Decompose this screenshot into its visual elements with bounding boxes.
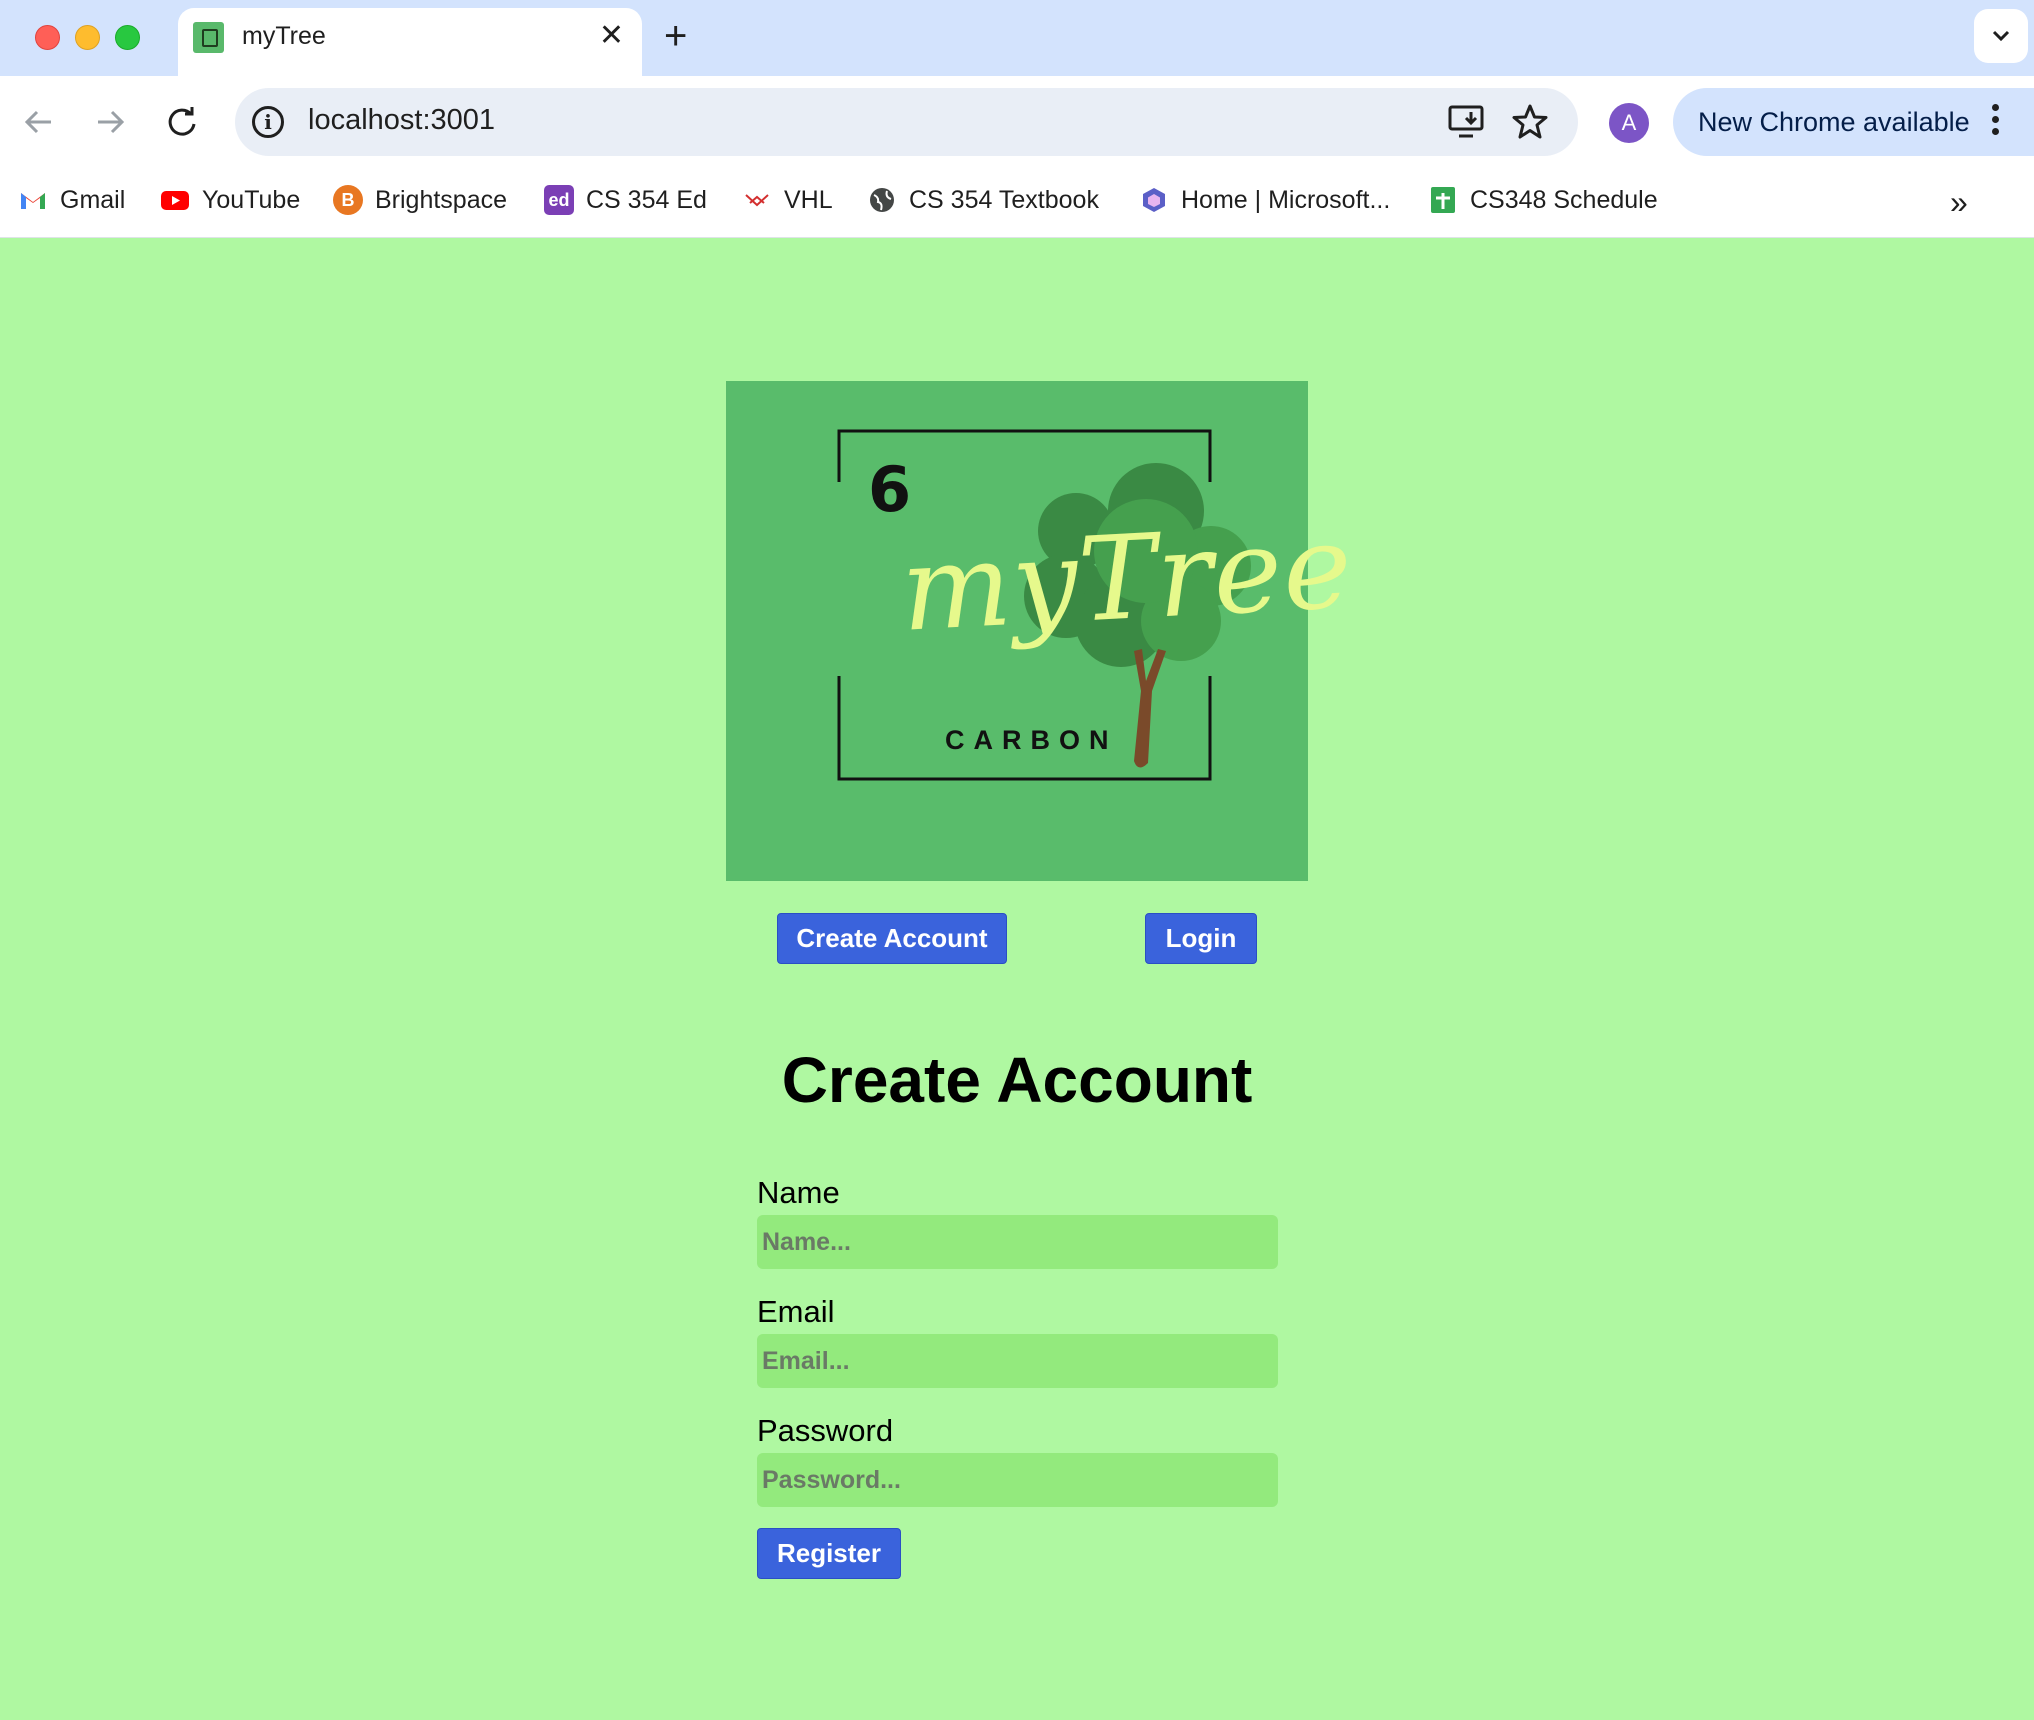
bookmark-cs354-textbook[interactable]: CS 354 Textbook (867, 180, 1099, 220)
bookmark-microsoft-home[interactable]: Home | Microsoft... (1139, 180, 1390, 220)
password-label: Password (757, 1413, 894, 1448)
profile-avatar[interactable]: A (1609, 103, 1649, 143)
chevron-down-icon (1992, 30, 2010, 42)
update-label: New Chrome available (1698, 107, 1970, 137)
minimize-window-button[interactable] (75, 25, 100, 50)
microsoft365-icon (1143, 188, 1165, 212)
create-account-nav-button[interactable]: Create Account (777, 913, 1007, 964)
vhl-icon (745, 194, 769, 207)
bookmark-star-icon[interactable] (1510, 102, 1550, 142)
globe-icon (870, 188, 894, 212)
tab-strip: myTree ✕ + (0, 0, 2034, 78)
page-content: 6 myTree CARBON Create Account Login Cre… (0, 238, 2034, 1720)
more-bookmarks-icon[interactable]: » (1950, 184, 1968, 221)
bookmark-label: VHL (784, 185, 833, 214)
install-app-icon[interactable] (1447, 104, 1487, 140)
bookmark-vhl[interactable]: VHL (742, 180, 833, 220)
site-info-icon[interactable]: i (252, 106, 284, 138)
page-title: Create Account (781, 1044, 1253, 1116)
close-window-button[interactable] (35, 25, 60, 50)
mytree-logo: 6 myTree CARBON (726, 381, 1356, 881)
address-bar[interactable]: i localhost:3001 (235, 88, 1578, 156)
gmail-icon (21, 193, 45, 209)
bookmarks-bar: Gmail YouTube B Brightspace ed CS 354 Ed… (0, 168, 2034, 238)
bookmark-cs354-ed[interactable]: ed CS 354 Ed (544, 180, 707, 220)
password-input[interactable] (757, 1453, 1278, 1507)
bookmark-gmail[interactable]: Gmail (18, 180, 125, 220)
brightspace-icon: B (333, 185, 363, 215)
tab-search-button[interactable] (1974, 9, 2028, 63)
tab-mytree[interactable]: myTree ✕ (178, 8, 642, 78)
maximize-window-button[interactable] (115, 25, 140, 50)
email-input[interactable] (757, 1334, 1278, 1388)
bookmark-brightspace[interactable]: B Brightspace (333, 180, 507, 220)
bookmark-label: YouTube (202, 185, 301, 214)
register-button[interactable]: Register (757, 1528, 901, 1579)
email-label: Email (757, 1294, 835, 1329)
bookmark-label: Gmail (60, 185, 126, 214)
create-account-form: Name Email Password Register (757, 1171, 1278, 1579)
sheets-icon (1431, 187, 1455, 213)
browser-toolbar: i localhost:3001 A New Chrome available (0, 76, 2034, 168)
update-chrome-button[interactable]: New Chrome available (1673, 88, 2034, 156)
bookmark-cs348-schedule[interactable]: CS348 Schedule (1428, 180, 1658, 220)
bookmark-label: CS 354 Ed (586, 185, 707, 214)
login-nav-button[interactable]: Login (1145, 913, 1257, 964)
logo-wordmark: myTree (897, 499, 1356, 658)
url-text[interactable]: localhost:3001 (308, 104, 495, 137)
reload-icon[interactable] (160, 100, 204, 144)
logo-number: 6 (868, 453, 912, 526)
bookmark-label: Home | Microsoft... (1181, 185, 1391, 214)
more-options-icon[interactable] (1992, 104, 2000, 140)
youtube-icon (161, 191, 189, 210)
back-arrow-icon[interactable] (17, 100, 61, 144)
name-input[interactable] (757, 1215, 1278, 1269)
bookmark-label: CS348 Schedule (1470, 185, 1658, 214)
name-label: Name (757, 1175, 840, 1210)
bookmark-label: CS 354 Textbook (909, 185, 1099, 214)
logo-subtitle: CARBON (945, 725, 1118, 755)
new-tab-button[interactable]: + (664, 14, 687, 58)
tab-close-icon[interactable]: ✕ (599, 20, 624, 52)
bookmark-label: Brightspace (375, 185, 508, 214)
forward-arrow-icon[interactable] (88, 100, 132, 144)
tab-title: myTree (242, 22, 326, 50)
ed-icon: ed (544, 185, 574, 215)
mytree-favicon-icon (193, 22, 224, 53)
bookmark-youtube[interactable]: YouTube (160, 180, 300, 220)
